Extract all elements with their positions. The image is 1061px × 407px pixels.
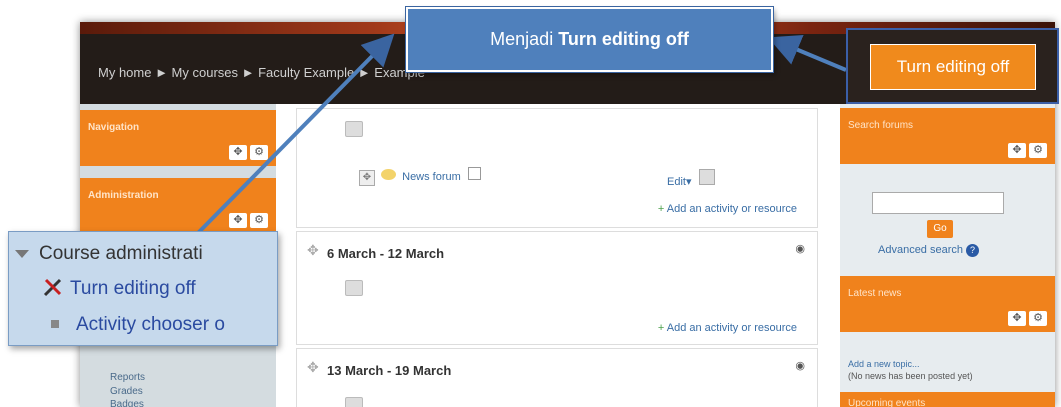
general-section: ✥ News forum Edit▾ + Add an activity or … [296,108,818,228]
turn-editing-off-label: Turn editing off [70,278,196,299]
latest-news-block: Latest news ✥ ⚙ [840,276,1055,332]
help-icon[interactable]: ? [966,244,979,257]
eye-icon[interactable]: ◉ [795,359,805,372]
news-forum-link[interactable]: News forum [402,171,461,183]
upcoming-events-block: Upcoming events [840,392,1055,407]
gear-icon[interactable]: ⚙ [250,145,268,160]
move-icon[interactable]: ✥ [307,242,319,259]
move-icon[interactable]: ✥ [307,359,319,376]
right-column: Search forums ✥ ⚙ Go Advanced search? Lat… [840,104,1055,407]
course-admin-heading[interactable]: Course administrati [15,243,273,265]
user-icon[interactable] [698,169,715,185]
edit-title-icon[interactable] [467,167,481,180]
nav-item-grades[interactable]: Grades [110,386,143,397]
callout-bold: Turn editing off [558,29,689,49]
gear-icon[interactable]: ⚙ [250,213,268,228]
add-activity-link[interactable]: + Add an activity or resource [658,203,797,215]
edit-menu-label: Edit [667,176,686,188]
expand-triangle-icon [15,249,29,258]
search-forums-block: Search forums ✥ ⚙ [840,108,1055,164]
edit-menu[interactable]: Edit▾ [667,169,715,188]
search-input[interactable] [872,192,1004,214]
summary-edit-icon[interactable] [345,397,363,407]
no-news-text: (No news has been posted yet) [848,371,973,381]
news-forum-row: ✥ News forum [359,167,481,186]
plus-icon: + [657,322,667,334]
activity-chooser-label: Activity chooser o [76,314,225,335]
callout-box: Menjadi Turn editing off [405,6,774,73]
add-activity-label: Add an activity or resource [666,203,797,215]
breadcrumb[interactable]: My home ► My courses ► Faculty Example ►… [98,65,425,80]
eye-icon[interactable]: ◉ [795,242,805,255]
administration-block: Administration ✥ ⚙ [80,178,276,234]
move-icon[interactable]: ✥ [359,170,375,186]
course-admin-zoom: Course administrati Turn editing off Act… [8,231,278,346]
administration-block-title: Administration [88,190,159,201]
add-activity-link[interactable]: + Add an activity or resource [658,322,797,334]
course-content: ✥ News forum Edit▾ + Add an activity or … [296,104,836,407]
section-title: 13 March - 19 March [327,363,452,378]
turn-editing-off-button[interactable]: Turn editing off [870,44,1036,90]
activity-chooser-link[interactable]: Activity chooser o [43,314,275,336]
summary-edit-icon[interactable] [345,121,363,137]
upcoming-events-title: Upcoming events [848,398,926,407]
move-icon[interactable]: ✥ [229,213,247,228]
forum-icon [381,169,397,180]
zoom-button-callout: Turn editing off [846,28,1059,104]
nav-item-badges[interactable]: Badges [110,399,144,407]
plus-icon: + [657,203,667,215]
course-admin-label: Course administrati [39,243,203,264]
block-controls: ✥ ⚙ [1008,143,1047,158]
block-controls: ✥ ⚙ [1008,311,1047,326]
bullet-icon [51,319,59,328]
go-button[interactable]: Go [927,220,953,238]
block-controls: ✥ ⚙ [229,145,268,160]
wrench-screwdriver-icon [43,278,62,297]
section-title: 6 March - 12 March [327,246,445,261]
callout-prefix: Menjadi [490,29,559,49]
nav-item-reports[interactable]: Reports [110,372,145,383]
add-activity-label: Add an activity or resource [666,322,797,334]
gear-icon[interactable]: ⚙ [1029,311,1047,326]
gear-icon[interactable]: ⚙ [1029,143,1047,158]
move-icon[interactable]: ✥ [1008,143,1026,158]
latest-news-title: Latest news [848,288,902,299]
navigation-block: Navigation ✥ ⚙ [80,110,276,166]
add-topic-link[interactable]: Add a new topic... [848,359,920,369]
move-icon[interactable]: ✥ [229,145,247,160]
summary-edit-icon[interactable] [345,280,363,296]
search-forums-title: Search forums [848,120,914,131]
block-controls: ✥ ⚙ [229,213,268,228]
advanced-search-link[interactable]: Advanced search? [878,244,979,257]
week-section: ✥ 6 March - 12 March ◉ + Add an activity… [296,231,818,345]
move-icon[interactable]: ✥ [1008,311,1026,326]
turn-editing-off-link[interactable]: Turn editing off [43,277,275,300]
week-section: ✥ 13 March - 19 March ◉ [296,348,818,407]
advanced-search-label: Advanced search [878,244,963,256]
navigation-block-title: Navigation [88,122,140,133]
